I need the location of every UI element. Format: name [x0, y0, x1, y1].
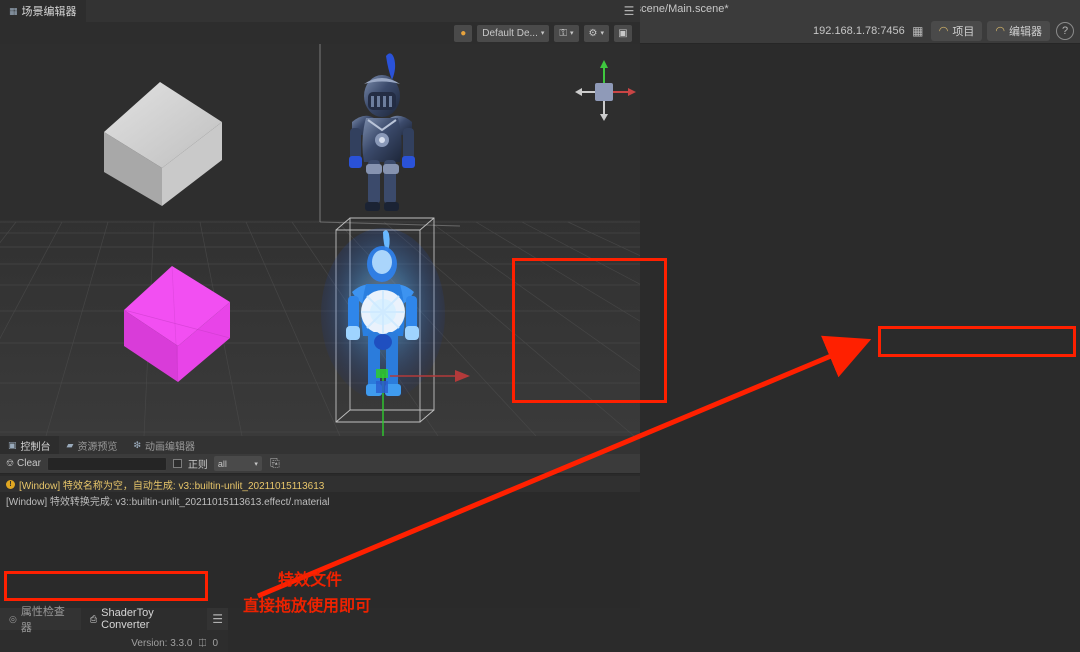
save-scene-button[interactable]: ▣ — [614, 24, 632, 42]
preview-icon: ▰ — [66, 439, 74, 450]
chevron-down-icon-4: ▾ — [600, 30, 604, 37]
device-preset-select[interactable]: Default De... ▾ — [477, 24, 550, 42]
tab-shadertoy-converter-label: ShaderToy Converter — [101, 607, 154, 631]
center-area: ▦ 场景编辑器 ☰ ● Default De... ▾ ⚿ ▾ ⚙ ▾ ▣ ▣ … — [0, 0, 640, 608]
console-tab-1[interactable]: ▰ 资源预览 — [58, 436, 126, 454]
console-log-text: [Window] 特效名称为空，自动生成: v3::builtin-unlit_… — [19, 480, 325, 492]
console-tab-label: 控制台 — [20, 441, 51, 453]
tab-properties-label: 属性检查器 — [20, 606, 65, 634]
project-settings-button[interactable]: ◠ 项目 — [930, 20, 983, 41]
lighting-toggle-icon[interactable]: ● — [454, 24, 473, 42]
device-address-label: 192.168.1.78:7456 — [813, 24, 905, 37]
gizmo-lock-button[interactable]: ⚿ ▾ — [554, 24, 579, 42]
scene-icon: ▦ — [9, 5, 18, 16]
help-button[interactable]: ? — [1056, 21, 1075, 40]
console-tab-0[interactable]: ▣ 控制台 — [0, 436, 59, 454]
tab-properties[interactable]: ◎ 属性检查器 — [0, 606, 81, 634]
console-log-text: [Window] 特效转换完成: v3::builtin-unlit_20211… — [6, 496, 330, 508]
annotation-line-1: 特效文件 — [278, 570, 343, 589]
tab-scene-editor[interactable]: ▦ 场景编辑器 — [0, 0, 86, 22]
editor-settings-button[interactable]: ◠ 编辑器 — [987, 20, 1051, 41]
scene-menu-button[interactable]: ☰ — [618, 0, 640, 22]
tab-scene-editor-label: 场景编辑器 — [21, 6, 77, 18]
console-tab-label: 资源预览 — [77, 441, 118, 453]
console-log-row[interactable]: [Window] 特效转换完成: v3::builtin-unlit_20211… — [0, 492, 640, 508]
console-icon: ▣ — [8, 439, 17, 450]
animation-icon: ❇ — [133, 439, 141, 450]
scene-toolbar: ● Default De... ▾ ⚿ ▾ ⚙ ▾ ▣ — [0, 22, 640, 44]
annotation-line-2: 直接拖放使用即可 — [243, 596, 372, 615]
chevron-down-icon-5: ▾ — [254, 460, 258, 468]
inspector-tabs: ◎ 属性检查器 ⎙ ShaderToy Converter ☰ — [0, 606, 228, 634]
trash-icon: ⎊ — [6, 458, 14, 469]
export-log-icon[interactable]: ⎘ — [268, 456, 282, 471]
properties-icon: ◎ — [9, 613, 17, 624]
folder-icon: ◠ — [938, 25, 949, 37]
inspector-menu-button[interactable]: ☰ — [207, 608, 228, 630]
device-preset-label: Default De... — [482, 27, 538, 39]
inspector-panel: ◎ 属性检查器 ⎙ ShaderToy Converter ☰ ◀ ▶ ⎙ Pr… — [0, 606, 228, 652]
scene-gear-button[interactable]: ⚙ ▾ — [583, 24, 609, 42]
material-field-highlight-box — [878, 326, 1076, 357]
console-tab-label: 动画编辑器 — [144, 441, 195, 453]
console-toolbar: ⎊ Clear 正则 all ▾ ⎘ — [0, 454, 640, 474]
console-tab-bar[interactable]: ▣ 控制台 ▰ 资源预览 ❇ 动画编辑器 — [0, 436, 640, 454]
scene-tabbar-fill — [85, 0, 618, 22]
folder-icon-2: ◠ — [995, 25, 1006, 37]
notification-count: 0 — [212, 637, 218, 649]
clear-console-button[interactable]: ⎊ Clear — [6, 458, 41, 469]
chevron-down-icon-2: ▾ — [540, 30, 545, 37]
console-tab-2[interactable]: ❇ 动画编辑器 — [125, 436, 203, 454]
gear-icon: ⚙ — [588, 27, 598, 39]
viewport-render — [0, 44, 640, 436]
qr-code-icon[interactable]: ▦ — [910, 21, 926, 41]
scene-viewport[interactable] — [0, 44, 640, 436]
version-label: Version: 3.3.0 — [131, 637, 193, 649]
log-level-label: all — [217, 458, 227, 469]
console-filter-input[interactable] — [46, 456, 167, 471]
regex-label: 正则 — [187, 460, 208, 471]
document-icon: ⎙ — [89, 613, 98, 624]
console-tabbar-fill — [202, 436, 640, 454]
chevron-down-icon-3: ▾ — [570, 30, 574, 37]
scene-tabs: ▦ 场景编辑器 ☰ — [0, 0, 640, 22]
lock-icon: ⚿ — [559, 27, 567, 39]
inspector-status-bar: Version: 3.3.0 ⎅ 0 — [0, 634, 228, 652]
tab-shadertoy-converter[interactable]: ⎙ ShaderToy Converter — [80, 607, 208, 631]
console-log-row[interactable]: ! [Window] 特效名称为空，自动生成: v3::builtin-unlit… — [0, 476, 640, 492]
project-label: 项目 — [952, 25, 975, 38]
notification-bell-icon[interactable]: ⎅ — [198, 638, 206, 649]
editor-label: 编辑器 — [1009, 25, 1043, 38]
regex-checkbox[interactable] — [172, 459, 182, 468]
log-level-select[interactable]: all ▾ — [213, 456, 262, 471]
clear-console-label: Clear — [17, 458, 41, 469]
warning-icon: ! — [6, 479, 15, 489]
